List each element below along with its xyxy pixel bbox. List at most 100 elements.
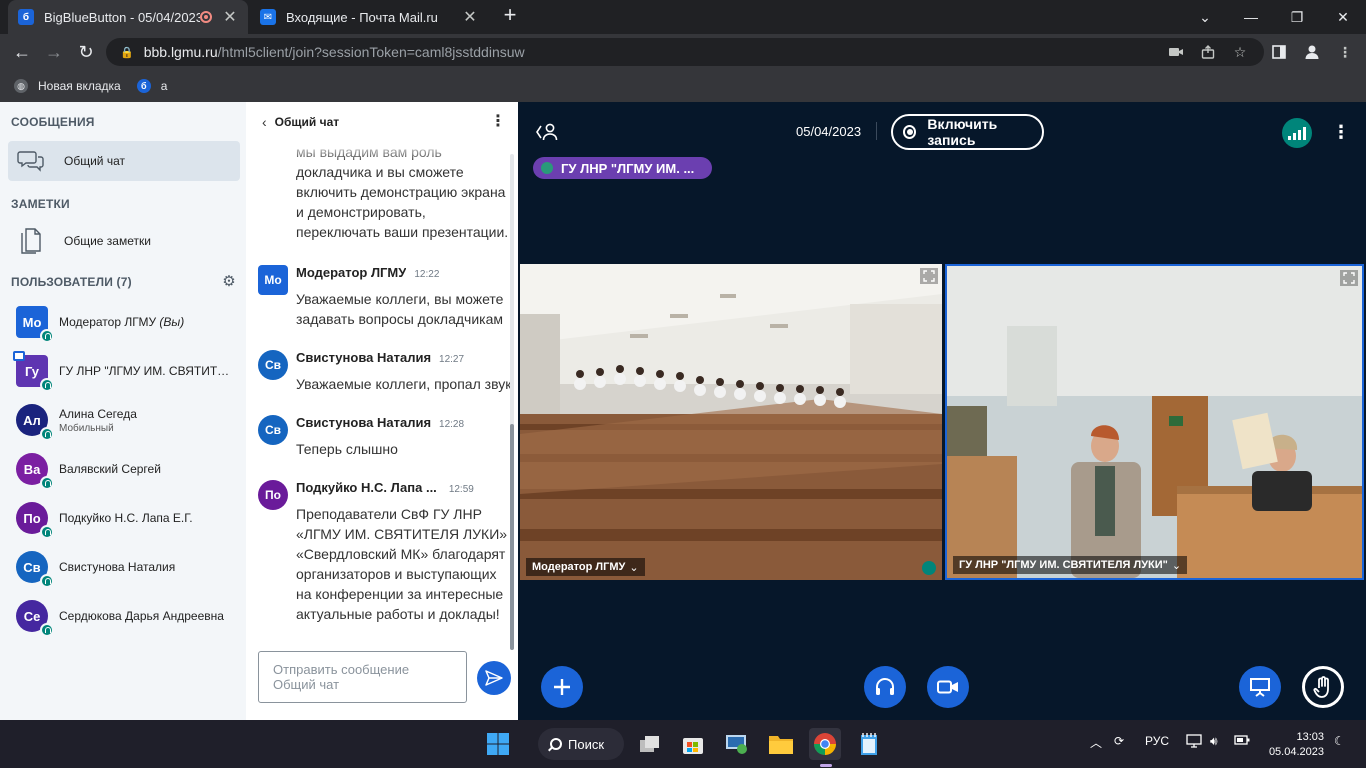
back-button[interactable]: ← [10, 40, 34, 64]
shared-notes-item[interactable]: Общие заметки [8, 221, 240, 261]
user-name-text: Модератор ЛГМУ [59, 315, 157, 329]
taskbar-search[interactable]: Поиск [538, 728, 624, 760]
taskbar-clock[interactable]: 13:03 05.04.2023 [1266, 730, 1324, 760]
avatar: Гу [13, 351, 54, 392]
user-list-item[interactable]: Св Свистунова Наталия [16, 547, 242, 588]
divider [876, 122, 877, 140]
send-icon [485, 670, 503, 686]
avatar: Св [16, 551, 54, 588]
talking-indicator[interactable]: ГУ ЛНР "ЛГМУ ИМ. ... [533, 157, 712, 179]
presenter-video-image [947, 266, 1362, 578]
profile-icon[interactable] [1303, 43, 1321, 61]
video-tile-moderator[interactable]: Модератор ЛГМУ ⌄ [520, 264, 942, 580]
plus-icon [554, 679, 570, 695]
headset-icon [40, 427, 54, 441]
language-indicator[interactable]: РУС [1145, 734, 1169, 748]
notepad-icon[interactable] [853, 728, 885, 760]
network-icon[interactable] [1186, 734, 1202, 751]
reload-button[interactable]: ↻ [74, 40, 98, 64]
file-explorer-icon[interactable] [765, 728, 797, 760]
chat-title: Общий чат [274, 115, 340, 129]
gear-icon[interactable]: ⚙ [221, 274, 237, 290]
avatar: По [16, 502, 54, 539]
scrollbar-thumb[interactable] [510, 424, 514, 650]
tab-search-icon[interactable]: ⌄ [1182, 0, 1228, 34]
lecture-hall-video-image [520, 264, 942, 580]
public-chat-item[interactable]: Общий чат [8, 141, 240, 181]
presentation-button[interactable] [1239, 666, 1281, 708]
message-text: Преподаватели СвФ ГУ ЛНР «ЛГМУ ИМ. СВЯТИ… [296, 506, 508, 622]
remote-desktop-icon[interactable] [721, 728, 753, 760]
user-list-item[interactable]: Гу ГУ ЛНР "ЛГМУ ИМ. СВЯТИТЕЛЯ ЛУКИ" [13, 351, 242, 392]
message-continued: мы выдадим вам роль докладчика и вы смож… [296, 142, 510, 242]
bookmarks-bar: ◍ Новая вкладка б a [0, 70, 1366, 102]
user-name: Сердюкова Дарья Андреевна [59, 609, 224, 623]
sync-icon[interactable]: ⟳ [1114, 734, 1124, 748]
start-button[interactable] [482, 728, 514, 760]
connection-status-button[interactable] [1282, 118, 1312, 148]
chevron-left-icon[interactable]: ‹ [262, 114, 267, 130]
avatar: Мо [258, 265, 288, 295]
user-list-item[interactable]: Ва Валявский Сергей [16, 449, 242, 490]
camera-icon[interactable] [1167, 43, 1185, 61]
bookmark-a[interactable]: б a [136, 79, 167, 93]
bookmark-star-icon[interactable]: ☆ [1231, 43, 1249, 61]
address-bar[interactable]: 🔒 bbb.lgmu.ru /html5client/join?sessionT… [106, 38, 1264, 66]
volume-icon[interactable]: 🔊︎ [1210, 734, 1218, 749]
battery-icon[interactable] [1234, 734, 1250, 749]
user-list-item[interactable]: Мо Модератор ЛГМУ (Вы) [16, 302, 242, 343]
user-list-item[interactable]: Се Сердюкова Дарья Андреевна [16, 596, 242, 637]
close-tab-icon[interactable]: ✕ [462, 7, 478, 27]
options-menu-icon[interactable]: ⋮ [1332, 120, 1350, 144]
video-tile-presenter[interactable]: ГУ ЛНР "ЛГМУ ИМ. СВЯТИТЕЛЯ ЛУКИ" ⌄ [945, 264, 1364, 580]
chat-header[interactable]: ‹ Общий чат [262, 114, 339, 130]
fullscreen-icon[interactable] [920, 268, 938, 284]
chat-scrollbar[interactable] [510, 154, 514, 650]
user-list-item[interactable]: Ал Алина Сегеда Мобильный [16, 400, 242, 441]
forward-button[interactable]: → [42, 40, 66, 64]
notifications-icon[interactable]: ☾ [1334, 734, 1345, 748]
restore-button[interactable]: ❐ [1274, 0, 1320, 34]
browser-menu-icon[interactable]: ⋮ [1336, 43, 1354, 61]
share-icon[interactable] [1199, 43, 1217, 61]
actions-button[interactable] [541, 666, 583, 708]
user-name: Подкуйко Н.С. Лапа Е.Г. [59, 511, 193, 525]
tab-mail[interactable]: ✉ Входящие - Почта Mail.ru ✕ [250, 0, 488, 34]
lock-icon: 🔒 [120, 46, 134, 59]
avatar: Мо [16, 306, 54, 343]
chat-options-icon[interactable]: ⋮ [490, 112, 506, 132]
raise-hand-button[interactable] [1302, 666, 1344, 708]
close-window-button[interactable]: ✕ [1320, 0, 1366, 34]
chat-message-input[interactable]: Отправить сообщение Общий чат [258, 651, 467, 703]
user-device: Мобильный [59, 422, 114, 434]
send-message-button[interactable] [477, 661, 511, 695]
store-icon[interactable] [677, 728, 709, 760]
avatar-initials: Ва [23, 461, 41, 477]
tab-bigbluebutton[interactable]: б BigBlueButton - 05/04/2023 ✕ [8, 0, 248, 34]
new-tab-button[interactable]: + [498, 4, 522, 28]
audio-button[interactable] [864, 666, 906, 708]
users-sidebar: СООБЩЕНИЯ Общий чат ЗАМЕТКИ Общие заметк… [0, 102, 246, 720]
user-list-item[interactable]: По Подкуйко Н.С. Лапа Е.Г. [16, 498, 242, 539]
globe-icon: ◍ [14, 79, 28, 93]
browser-toolbar: ← → ↻ 🔒 bbb.lgmu.ru /html5client/join?se… [0, 34, 1366, 70]
shared-notes-label: Общие заметки [64, 234, 151, 248]
headset-icon [922, 561, 936, 575]
video-button[interactable] [927, 666, 969, 708]
meeting-title: 05/04/2023 [796, 124, 862, 139]
video-user-label[interactable]: Модератор ЛГМУ ⌄ [526, 558, 645, 576]
video-user-label[interactable]: ГУ ЛНР "ЛГМУ ИМ. СВЯТИТЕЛЯ ЛУКИ" ⌄ [953, 556, 1188, 574]
toggle-userlist-button[interactable] [536, 122, 558, 142]
headset-icon [40, 525, 54, 539]
fullscreen-icon[interactable] [1340, 270, 1358, 286]
chrome-icon[interactable] [809, 728, 841, 760]
close-tab-icon[interactable]: ✕ [222, 7, 238, 27]
chat-panel: ‹ Общий чат ⋮ мы выдадим вам роль доклад… [246, 102, 518, 720]
side-panel-icon[interactable] [1270, 43, 1288, 61]
task-view-icon[interactable] [634, 728, 666, 760]
bookmark-new-tab[interactable]: ◍ Новая вкладка [14, 79, 121, 93]
start-recording-button[interactable]: Включить запись [891, 114, 1044, 150]
chevron-up-icon[interactable]: ︿ [1090, 734, 1102, 751]
minimize-button[interactable]: — [1228, 0, 1274, 34]
browser-tab-bar: б BigBlueButton - 05/04/2023 ✕ ✉ Входящи… [0, 0, 1366, 34]
